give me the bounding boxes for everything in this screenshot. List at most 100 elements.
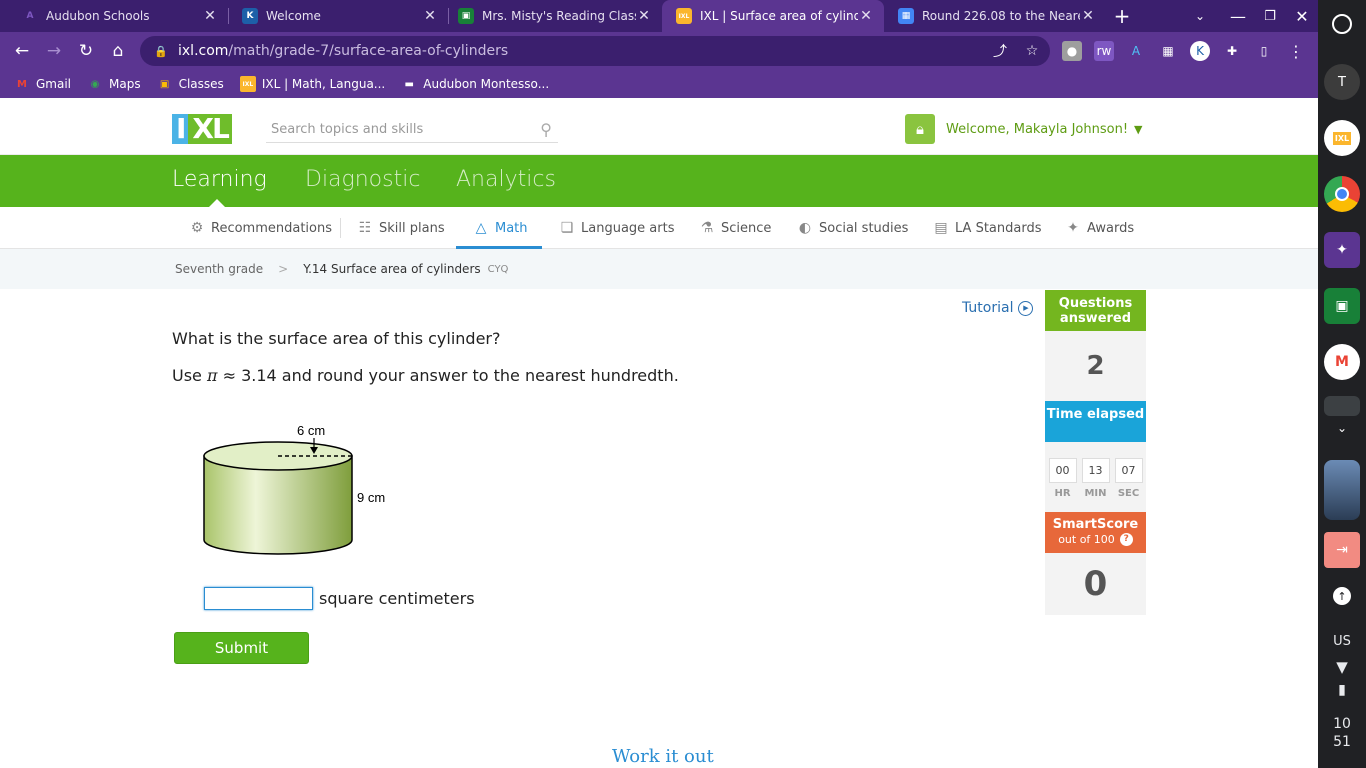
math-pyramid-icon: △ xyxy=(475,220,487,236)
bookmark-audubon[interactable]: ▬ Audubon Montesso... xyxy=(401,76,550,92)
tab-audubon-schools[interactable]: A Audubon Schools ✕ xyxy=(8,0,228,32)
user-menu[interactable]: 🔒︎ Welcome, Makayla Johnson! ▼ xyxy=(905,114,1143,144)
new-tab-icon[interactable]: + xyxy=(1108,0,1136,32)
subnav-math[interactable]: △ Math xyxy=(472,207,528,249)
gmail-icon: M xyxy=(17,78,27,90)
user-avatar-icon[interactable]: T xyxy=(1324,64,1360,100)
smartscore-subtitle: out of 100 ? xyxy=(1045,532,1146,547)
home-icon[interactable]: ⌂ xyxy=(104,37,132,65)
share-icon[interactable]: ⤴ xyxy=(988,36,1012,66)
tab-reading-class[interactable]: ▣ Mrs. Misty's Reading Class 4 ✕ xyxy=(444,0,662,32)
extensions-puzzle-icon[interactable]: ✚ xyxy=(1222,41,1242,61)
classroom-app-icon[interactable]: ▣ xyxy=(1324,288,1360,324)
recommendations-icon: ⚙ xyxy=(190,220,204,236)
gmail-app-icon[interactable]: M xyxy=(1324,344,1360,380)
extension-grid-icon[interactable]: ▦ xyxy=(1158,41,1178,61)
instruction-post: ≈ 3.14 and round your answer to the near… xyxy=(217,366,679,385)
skill-code: CYQ xyxy=(487,263,509,275)
wallpaper-thumbnail[interactable] xyxy=(1324,460,1360,520)
subnav-label: Social studies xyxy=(819,220,909,236)
ixl-header: I XL Search topics and skills ⚲ 🔒︎ Welco… xyxy=(0,103,1318,155)
subnav-science[interactable]: ⚗ Science xyxy=(698,207,772,249)
minimize-icon[interactable]: — xyxy=(1224,0,1252,32)
time-unit: SEC xyxy=(1117,488,1140,499)
subnav-language-arts[interactable]: ❏ Language arts xyxy=(558,207,675,249)
ixl-page: I XL Search topics and skills ⚲ 🔒︎ Welco… xyxy=(0,103,1318,768)
tab-round-number[interactable]: ▦ Round 226.08 to the Nearest ✕ xyxy=(884,0,1106,32)
back-icon[interactable]: ← xyxy=(8,37,36,65)
launcher-icon[interactable] xyxy=(1324,6,1360,42)
search-icon[interactable]: ⚲ xyxy=(540,120,552,139)
tab-ixl-active[interactable]: IXL IXL | Surface area of cylinder ✕ xyxy=(662,0,884,32)
wifi-icon[interactable]: ▼ xyxy=(1318,658,1366,676)
answer-input[interactable] xyxy=(204,587,313,610)
close-tab-icon[interactable]: ✕ xyxy=(858,8,874,24)
extension-icon[interactable]: ● xyxy=(1062,41,1082,61)
chevron-right-icon: > xyxy=(278,262,289,276)
tab-strip: A Audubon Schools ✕ K Welcome ✕ ▣ Mrs. M… xyxy=(0,0,1318,32)
extension-rw-icon[interactable]: rw xyxy=(1094,41,1114,61)
side-panel-icon[interactable]: ▯ xyxy=(1254,41,1274,61)
bookmark-maps[interactable]: ◉ Maps xyxy=(87,76,141,92)
subnav-skill-plans[interactable]: ☷ Skill plans xyxy=(356,207,445,249)
subnav-recommendations[interactable]: ⚙ Recommendations xyxy=(188,207,332,249)
tab-title: Audubon Schools xyxy=(46,9,150,23)
chevron-down-icon[interactable]: ⌄ xyxy=(1324,410,1360,446)
tutorial-label: Tutorial xyxy=(962,300,1014,316)
nav-learning[interactable]: Learning xyxy=(172,167,267,192)
globe-icon: ◐ xyxy=(798,220,812,236)
locale-indicator[interactable]: US xyxy=(1318,634,1366,649)
tab-welcome[interactable]: K Welcome ✕ xyxy=(228,0,448,32)
k-favicon-icon: K xyxy=(242,8,258,24)
restore-icon[interactable]: ❐ xyxy=(1256,0,1284,32)
breadcrumb-grade[interactable]: Seventh grade xyxy=(175,262,263,276)
chrome-app-icon[interactable] xyxy=(1324,176,1360,212)
nav-analytics[interactable]: Analytics xyxy=(456,167,556,192)
bookmark-star-icon[interactable]: ☆ xyxy=(1020,36,1044,66)
bookmark-classes[interactable]: ▣ Classes xyxy=(157,76,224,92)
help-icon[interactable]: ? xyxy=(1119,533,1133,546)
close-tab-icon[interactable]: ✕ xyxy=(202,8,218,24)
extension-k-icon[interactable]: K xyxy=(1190,41,1210,61)
clock-minute[interactable]: 51 xyxy=(1318,734,1366,750)
subnav-label: Awards xyxy=(1087,220,1135,236)
bookmark-ixl[interactable]: IXL IXL | Math, Langua... xyxy=(239,76,385,92)
divider xyxy=(340,218,341,238)
chrome-window: A Audubon Schools ✕ K Welcome ✕ ▣ Mrs. M… xyxy=(0,0,1318,768)
close-tab-icon[interactable]: ✕ xyxy=(636,8,652,24)
question-text: What is the surface area of this cylinde… xyxy=(172,329,501,348)
subnav-la-standards[interactable]: ▤ LA Standards xyxy=(932,207,1041,249)
ixl-app-icon[interactable]: IXL xyxy=(1324,120,1360,156)
address-bar[interactable]: 🔒 ixl.com/math/grade-7/surface-area-of-c… xyxy=(140,36,1050,66)
tutorial-link[interactable]: Tutorial ▶ xyxy=(962,300,1034,316)
audubon-favicon-icon: A xyxy=(26,11,34,21)
extension-a-icon[interactable]: A xyxy=(1126,41,1146,61)
subnav-awards[interactable]: ✦ Awards xyxy=(1064,207,1134,249)
search-input[interactable]: Search topics and skills ⚲ xyxy=(266,117,558,143)
subnav-social-studies[interactable]: ◐ Social studies xyxy=(796,207,909,249)
bookmark-label: Gmail xyxy=(36,77,72,91)
ixl-logo[interactable]: I XL xyxy=(172,114,250,144)
forward-icon[interactable]: → xyxy=(40,37,68,65)
clock-hour[interactable]: 10 xyxy=(1318,716,1366,732)
menu-kebab-icon[interactable]: ⋮ xyxy=(1286,41,1306,61)
subnav-label: LA Standards xyxy=(955,220,1042,236)
book-icon: ❏ xyxy=(560,220,574,236)
tab-title: Welcome xyxy=(266,9,321,23)
chevron-down-icon: ▼ xyxy=(1134,122,1143,136)
upload-icon[interactable]: ↑ xyxy=(1324,578,1360,614)
close-tab-icon[interactable]: ✕ xyxy=(1080,8,1096,24)
submit-button[interactable]: Submit xyxy=(174,632,309,664)
logo-xl: XL xyxy=(188,114,232,144)
exit-icon[interactable]: ⇥ xyxy=(1324,532,1360,568)
app-figure-icon[interactable]: ✦ xyxy=(1324,232,1360,268)
audubon-icon: ▬ xyxy=(404,78,414,90)
bookmark-gmail[interactable]: M Gmail xyxy=(14,76,71,92)
reload-icon[interactable]: ↻ xyxy=(72,37,100,65)
nav-diagnostic[interactable]: Diagnostic xyxy=(305,167,420,192)
close-tab-icon[interactable]: ✕ xyxy=(422,8,438,24)
tab-search-chevron-icon[interactable]: ⌄ xyxy=(1186,0,1214,32)
window-close-icon[interactable]: ✕ xyxy=(1288,0,1316,32)
browser-toolbar: ← → ↻ ⌂ 🔒 ixl.com/math/grade-7/surface-a… xyxy=(0,32,1318,70)
battery-icon[interactable]: ▮ xyxy=(1318,682,1366,698)
